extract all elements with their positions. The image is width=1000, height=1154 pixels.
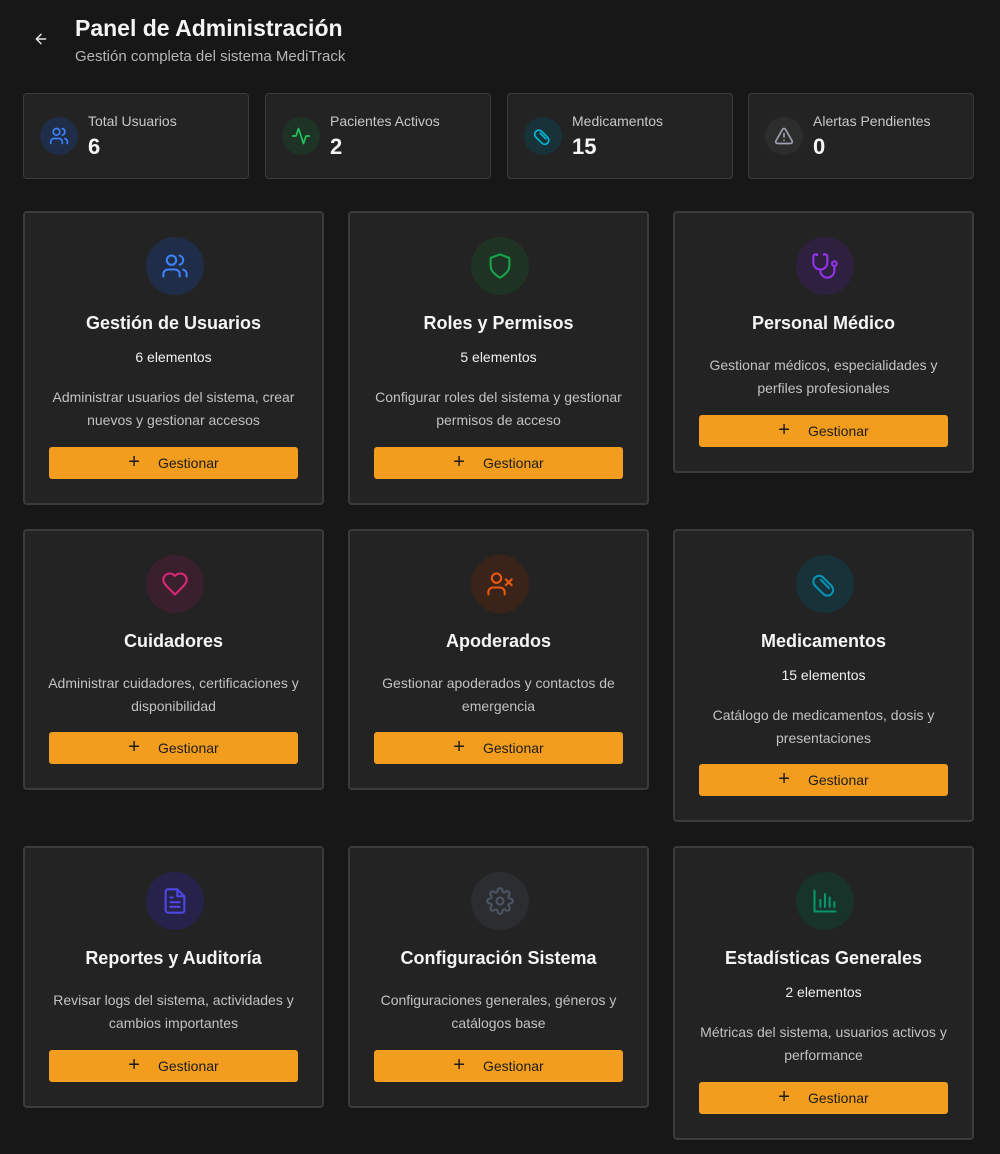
stat-value: 15 xyxy=(572,134,597,159)
card-title: Apoderados xyxy=(445,631,551,651)
plus-icon: + xyxy=(128,735,140,758)
card-title: Cuidadores xyxy=(123,631,224,651)
plus-icon: + xyxy=(778,1085,790,1108)
card-title: Medicamentos xyxy=(760,631,887,651)
stat-card-total-usuarios: Total Usuarios 6 xyxy=(23,93,249,179)
card-description: Catálogo de medicamentos, dosis y presen… xyxy=(712,707,935,746)
gestionar-button[interactable]: + Gestionar xyxy=(49,447,298,479)
card-title: Gestión de Usuarios xyxy=(85,313,262,333)
card-personal-medico: Personal Médico Gestionar médicos, espec… xyxy=(673,211,974,473)
users-icon xyxy=(40,117,78,155)
plus-icon: + xyxy=(128,450,140,473)
button-label: Gestionar xyxy=(157,740,219,756)
card-description: Revisar logs del sistema, actividades y … xyxy=(53,992,294,1031)
card-title: Configuración Sistema xyxy=(400,948,597,968)
plus-icon: + xyxy=(453,735,465,758)
gestionar-button[interactable]: + Gestionar xyxy=(699,764,948,796)
stat-card-alertas-pendientes: Alertas Pendientes 0 xyxy=(748,93,974,179)
gestionar-button[interactable]: + Gestionar xyxy=(699,1082,948,1114)
button-label: Gestionar xyxy=(482,455,544,471)
stat-card-medicamentos: Medicamentos 15 xyxy=(507,93,733,179)
button-label: Gestionar xyxy=(807,772,869,788)
settings-icon xyxy=(471,872,529,930)
page-header: Panel de Administración Gestión completa… xyxy=(0,0,1000,80)
card-description: Configurar roles del sistema y gestionar… xyxy=(375,389,622,428)
stethoscope-icon xyxy=(796,237,854,295)
card-count: 5 elementos xyxy=(460,349,537,365)
card-roles-permisos: Roles y Permisos 5 elementos Configurar … xyxy=(348,211,649,505)
plus-icon: + xyxy=(453,1053,465,1076)
button-label: Gestionar xyxy=(807,1090,869,1106)
card-count: 15 elementos xyxy=(781,667,866,683)
heart-icon xyxy=(146,555,204,613)
stat-card-pacientes-activos: Pacientes Activos 2 xyxy=(265,93,491,179)
card-reportes-auditoria: Reportes y Auditoría Revisar logs del si… xyxy=(23,846,324,1108)
card-title: Personal Médico xyxy=(751,313,896,333)
card-description: Configuraciones generales, géneros y cat… xyxy=(380,992,617,1031)
card-description: Gestionar médicos, especialidades y perf… xyxy=(709,357,938,396)
gestionar-button[interactable]: + Gestionar xyxy=(699,415,948,447)
card-apoderados: Apoderados Gestionar apoderados y contac… xyxy=(348,529,649,790)
card-description: Administrar usuarios del sistema, crear … xyxy=(52,389,295,428)
card-title: Reportes y Auditoría xyxy=(85,948,262,968)
user-x-icon xyxy=(471,555,529,613)
plus-icon: + xyxy=(453,450,465,473)
gestionar-button[interactable]: + Gestionar xyxy=(49,1050,298,1082)
card-description: Gestionar apoderados y contactos de emer… xyxy=(382,675,615,714)
card-title: Roles y Permisos xyxy=(423,313,574,333)
gestionar-button[interactable]: + Gestionar xyxy=(374,1050,623,1082)
pill-icon xyxy=(524,117,562,155)
arrow-left-icon xyxy=(33,31,49,52)
stat-label: Medicamentos xyxy=(572,113,664,129)
gestionar-button[interactable]: + Gestionar xyxy=(49,732,298,764)
stat-value: 0 xyxy=(813,134,826,159)
card-title: Estadísticas Generales xyxy=(724,948,923,968)
alert-triangle-icon xyxy=(765,117,803,155)
plus-icon: + xyxy=(778,418,790,441)
back-button[interactable] xyxy=(27,27,55,55)
button-label: Gestionar xyxy=(482,740,544,756)
page-title: Panel de Administración xyxy=(75,15,343,41)
button-label: Gestionar xyxy=(807,423,869,439)
card-description: Administrar cuidadores, certificaciones … xyxy=(48,675,299,714)
card-description: Métricas del sistema, usuarios activos y… xyxy=(700,1024,947,1063)
button-label: Gestionar xyxy=(157,1058,219,1074)
card-cuidadores: Cuidadores Administrar cuidadores, certi… xyxy=(23,529,324,790)
stat-value: 6 xyxy=(88,134,101,159)
button-label: Gestionar xyxy=(157,455,219,471)
stat-label: Pacientes Activos xyxy=(330,113,440,129)
file-text-icon xyxy=(146,872,204,930)
stat-value: 2 xyxy=(330,134,343,159)
stat-label: Alertas Pendientes xyxy=(813,113,931,129)
pill-icon xyxy=(796,555,854,613)
page-subtitle: Gestión completa del sistema MediTrack xyxy=(75,48,346,65)
card-count: 6 elementos xyxy=(135,349,212,365)
card-gestion-usuarios: Gestión de Usuarios 6 elementos Administ… xyxy=(23,211,324,505)
bar-chart-icon xyxy=(796,872,854,930)
shield-icon xyxy=(471,237,529,295)
card-configuracion-sistema: Configuración Sistema Configuraciones ge… xyxy=(348,846,649,1108)
users-icon xyxy=(146,237,204,295)
card-count: 2 elementos xyxy=(785,984,862,1000)
plus-icon: + xyxy=(778,767,790,790)
button-label: Gestionar xyxy=(482,1058,544,1074)
stat-label: Total Usuarios xyxy=(88,113,177,129)
card-medicamentos: Medicamentos 15 elementos Catálogo de me… xyxy=(673,529,974,822)
plus-icon: + xyxy=(128,1053,140,1076)
gestionar-button[interactable]: + Gestionar xyxy=(374,447,623,479)
card-estadisticas-generales: Estadísticas Generales 2 elementos Métri… xyxy=(673,846,974,1140)
gestionar-button[interactable]: + Gestionar xyxy=(374,732,623,764)
activity-icon xyxy=(282,117,320,155)
